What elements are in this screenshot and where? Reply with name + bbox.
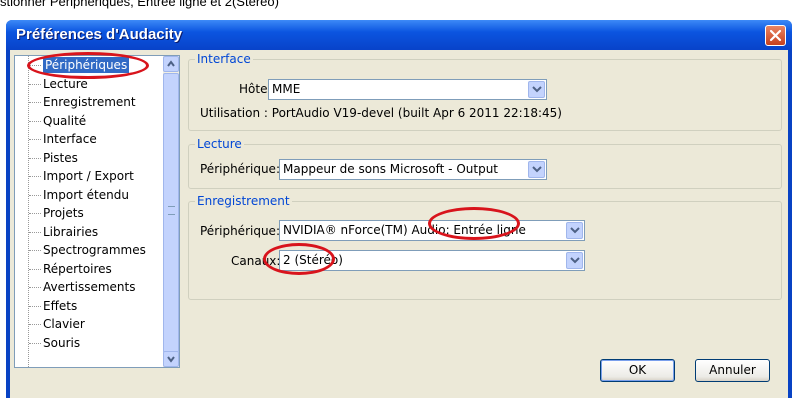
category-tree[interactable]: Périphériques Lecture Enregistrement Qualit… [14, 55, 180, 368]
close-button[interactable] [765, 25, 786, 46]
tree-connector [29, 287, 41, 288]
title-bar[interactable]: Préférences d'Audacity [6, 20, 792, 50]
chevron-down-icon [532, 86, 542, 93]
tree-item[interactable]: Avertissements [15, 278, 165, 297]
host-label: Hôte: [239, 82, 272, 96]
preferences-dialog: Préférences d'Audacity Périphériques Lect… [6, 20, 792, 398]
playback-device-label: Périphérique: [200, 162, 280, 176]
arrow-up-icon [167, 60, 175, 67]
tree-item[interactable]: Souris [15, 334, 165, 353]
tree-item[interactable]: Pistes [15, 149, 165, 168]
tree-connector [29, 120, 41, 122]
close-icon [769, 29, 782, 42]
playback-device-value: Mappeur de sons Microsoft - Output [283, 162, 499, 176]
tree-item-label: Interface [43, 132, 97, 146]
usage-text: Utilisation : PortAudio V19-devel (built… [200, 106, 562, 120]
annotation-circle-peripheriques [27, 52, 149, 79]
tree-connector [29, 102, 41, 103]
tree-items: Périphériques Lecture Enregistrement Qualit… [15, 56, 165, 352]
chevron-down-icon [532, 166, 542, 173]
tree-connector [29, 83, 41, 85]
window-title: Préférences d'Audacity [16, 26, 183, 43]
scroll-grip [168, 206, 175, 215]
tree-connector [29, 213, 41, 214]
tree-item-label: Souris [43, 335, 81, 350]
annotation-circle-entree-ligne [428, 207, 520, 240]
tree-connector [29, 268, 41, 270]
channels-dropdown-button[interactable] [566, 252, 583, 269]
host-select[interactable]: MME [268, 79, 547, 100]
chevron-down-icon [570, 257, 580, 264]
recording-device-label: Périphérique: [200, 224, 280, 238]
scroll-up-button[interactable] [163, 56, 179, 72]
tree-item-label: Import / Export [43, 169, 134, 183]
tree-item-label: Effets [43, 298, 78, 313]
playback-legend: Lecture [197, 137, 242, 151]
tree-item-label: Librairies [43, 224, 99, 239]
tree-item[interactable]: Import / Export [15, 167, 165, 186]
host-dropdown-button[interactable] [528, 81, 545, 98]
tree-connector [29, 194, 41, 196]
tree-connector [29, 157, 41, 159]
recording-device-dropdown-button[interactable] [566, 222, 583, 239]
tree-item[interactable]: Import étendu [15, 186, 165, 205]
tree-item[interactable]: Effets [15, 297, 165, 316]
tree-item-label: Pistes [43, 150, 78, 165]
tree-connector [29, 324, 41, 325]
tree-item-label: Import étendu [43, 187, 129, 202]
tree-scrollbar[interactable] [163, 56, 179, 367]
annotation-circle-stereo [263, 243, 335, 275]
tree-item[interactable]: Qualité [15, 112, 165, 131]
tree-connector [29, 305, 41, 307]
tree-item[interactable]: Répertoires [15, 260, 165, 279]
tree-item[interactable]: Spectrogrammes [15, 241, 165, 260]
tree-connector [29, 250, 41, 251]
arrow-down-icon [167, 356, 175, 363]
tree-connector [29, 176, 41, 177]
tree-item-label: Répertoires [43, 261, 112, 276]
scroll-thumb[interactable] [163, 73, 179, 353]
tree-connector [29, 231, 41, 233]
tree-item-label: Clavier [43, 317, 85, 331]
tree-item[interactable]: Projets [15, 204, 165, 223]
host-value: MME [272, 82, 301, 96]
interface-legend: Interface [197, 52, 251, 66]
tree-item-label: Spectrogrammes [43, 243, 146, 257]
tree-item[interactable]: Interface [15, 130, 165, 149]
tree-item-label: Avertissements [43, 280, 136, 294]
tree-item-label: Qualité [43, 113, 87, 128]
chevron-down-icon [570, 227, 580, 234]
playback-device-select[interactable]: Mappeur de sons Microsoft - Output [279, 159, 547, 180]
tree-item[interactable]: Clavier [15, 315, 165, 334]
recording-legend: Enregistrement [197, 194, 290, 208]
tree-connector [29, 342, 41, 344]
tree-item[interactable]: Librairies [15, 223, 165, 242]
tree-item-label: Enregistrement [43, 95, 136, 109]
ok-button[interactable]: OK [600, 359, 675, 382]
page-caption: stionner Périphériques, Entrée ligne et … [0, 0, 279, 9]
cancel-button[interactable]: Annuler [695, 359, 770, 382]
scroll-down-button[interactable] [163, 351, 179, 367]
tree-connector [29, 139, 41, 140]
dialog-body: Périphériques Lecture Enregistrement Qualit… [10, 50, 788, 398]
tree-item[interactable]: Enregistrement [15, 93, 165, 112]
playback-dropdown-button[interactable] [528, 161, 545, 178]
tree-item-label: Projets [43, 206, 84, 220]
